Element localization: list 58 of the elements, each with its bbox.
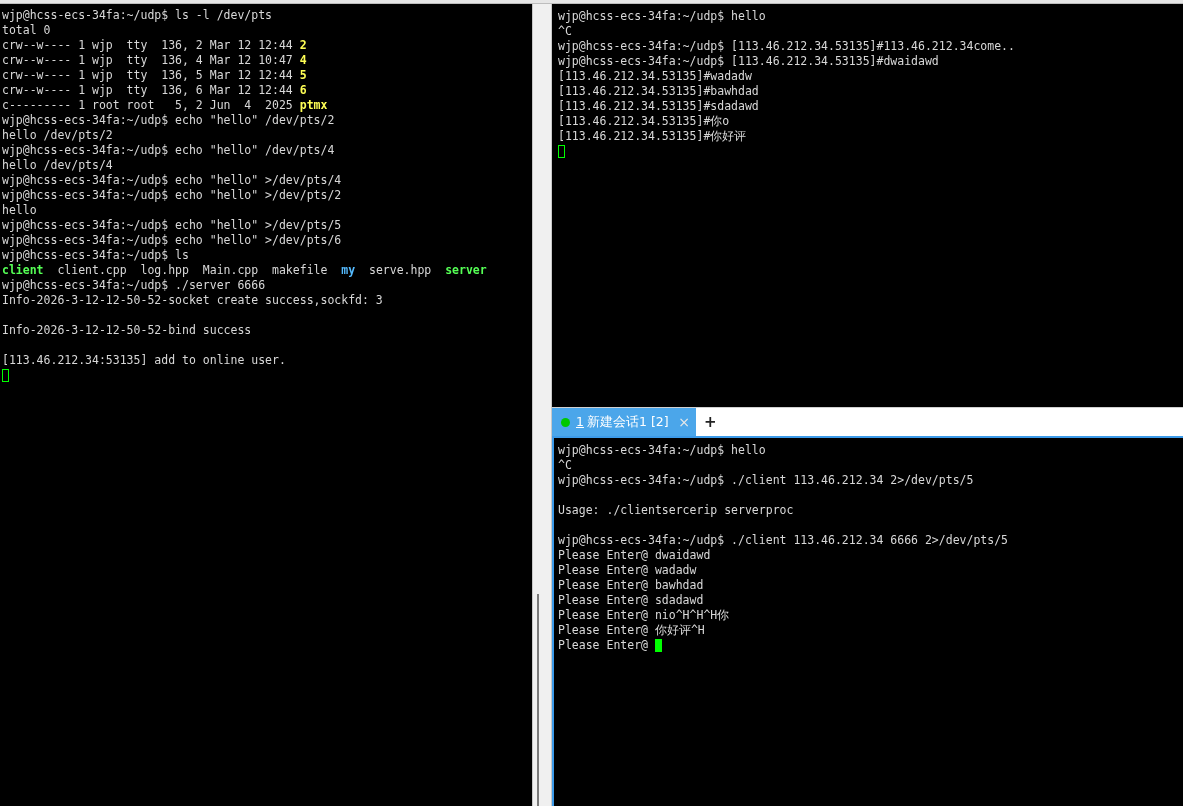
terminal-line: [113.46.212.34:53135] add to online user.	[2, 353, 287, 368]
terminal-text: crw--w---- 1 wjp tty 136, 4 Mar 12 10:47	[2, 53, 294, 68]
terminal-line: ^C	[558, 458, 573, 473]
terminal-line: Please Enter@ bawhdad	[558, 578, 705, 593]
terminal-line: wjp@hcss-ecs-34fa:~/udp$ echo "hello" /dev/pts/2	[2, 113, 336, 128]
terminal-line: Info-2026-3-12-12-50-52-bind success	[2, 323, 253, 338]
terminal-line: [113.46.212.34.53135]#sdadawd	[558, 99, 760, 114]
terminal-line: wjp@hcss-ecs-34fa:~/udp$ echo "hello" /dev/pts/4	[2, 143, 336, 158]
terminal-text: my	[341, 263, 356, 278]
terminal-text: Please Enter@	[558, 638, 648, 653]
terminal-text: 5	[299, 68, 307, 83]
terminal-line: wjp@hcss-ecs-34fa:~/udp$ hello	[558, 443, 767, 458]
terminal-line: hello /dev/pts/2	[2, 128, 114, 143]
terminal-line: wjp@hcss-ecs-34fa:~/udp$ ls	[2, 248, 190, 263]
terminal-text: 4	[299, 53, 307, 68]
terminal-text: crw--w---- 1 wjp tty 136, 5 Mar 12 12:44	[2, 68, 294, 83]
terminal-line: [113.46.212.34.53135]#wadadw	[558, 69, 753, 84]
terminal-line: Info-2026-3-12-12-50-52-socket create success,sockfd: 3	[2, 293, 384, 308]
terminal-text: server	[445, 263, 487, 278]
terminal-line: Please Enter@ sdadawd	[558, 593, 705, 608]
terminal-text: crw--w---- 1 wjp tty 136, 2 Mar 12 12:44	[2, 38, 294, 53]
terminal-line: [113.46.212.34.53135]#你好评	[558, 129, 748, 144]
terminal-line: wjp@hcss-ecs-34fa:~/udp$ [113.46.212.34.53135]#dwaidawd	[558, 54, 940, 69]
terminal-text: client.cpp log.hpp Main.cpp makefile	[56, 263, 329, 278]
terminal-line: [113.46.212.34.53135]#你o	[558, 114, 731, 129]
new-tab-button[interactable]: +	[696, 408, 725, 436]
terminal-text: crw--w---- 1 wjp tty 136, 6 Mar 12 12:44	[2, 83, 294, 98]
terminal-line: total 0	[2, 23, 52, 38]
session-tab[interactable]: 1 新建会话1 [2] ×	[552, 408, 696, 436]
terminal-line: hello /dev/pts/4	[2, 158, 114, 173]
terminal-line: wjp@hcss-ecs-34fa:~/udp$ ./client 113.46.212.34 2>/dev/pts/5	[558, 473, 975, 488]
terminal-line: wjp@hcss-ecs-34fa:~/udp$ hello	[558, 9, 767, 24]
terminal-text: 2	[299, 38, 307, 53]
terminal-line: wjp@hcss-ecs-34fa:~/udp$ echo "hello" >/dev/pts/4	[2, 173, 343, 188]
terminal-line: wjp@hcss-ecs-34fa:~/udp$ echo "hello" >/dev/pts/6	[2, 233, 343, 248]
terminal-line: Please Enter@ dwaidawd	[558, 548, 712, 563]
terminal-line: wjp@hcss-ecs-34fa:~/udp$ ./client 113.46.212.34 6666 2>/dev/pts/5	[558, 533, 1010, 548]
terminal-text: serve.hpp	[367, 263, 433, 278]
terminal-line: wjp@hcss-ecs-34fa:~/udp$ echo "hello" >/dev/pts/2	[2, 188, 343, 203]
close-tab-button[interactable]: ×	[678, 414, 690, 430]
terminal-line: Please Enter@ wadadw	[558, 563, 698, 578]
terminal-line: wjp@hcss-ecs-34fa:~/udp$ ./server 6666	[2, 278, 267, 293]
terminal-text: ptmx	[299, 98, 328, 113]
terminal-text: 6	[299, 83, 307, 98]
terminal-text: c--------- 1 root root 5, 2 Jun 4 2025	[2, 98, 294, 113]
terminal-line: wjp@hcss-ecs-34fa:~/udp$ echo "hello" >/dev/pts/5	[2, 218, 343, 233]
tab-number: 1	[576, 413, 584, 431]
terminal-line: wjp@hcss-ecs-34fa:~/udp$ ls -l /dev/pts	[2, 8, 274, 23]
terminal-line: wjp@hcss-ecs-34fa:~/udp$ [113.46.212.34.53135]#113.46.212.34come..	[558, 39, 1016, 54]
terminal-text: client	[2, 263, 44, 278]
tab-label: 新建会话1 [2]	[586, 413, 669, 431]
scrollbar-thumb[interactable]	[537, 594, 539, 806]
terminal-line: Please Enter@ nio^H^H^H你	[558, 608, 731, 623]
terminal-line: hello	[2, 203, 38, 218]
terminal-line: ^C	[558, 24, 573, 39]
terminal-line: [113.46.212.34.53135]#bawhdad	[558, 84, 760, 99]
terminal-line: Usage: ./clientsercerip serverproc	[558, 503, 795, 518]
terminal-line: Please Enter@ 你好评^H	[558, 623, 706, 638]
